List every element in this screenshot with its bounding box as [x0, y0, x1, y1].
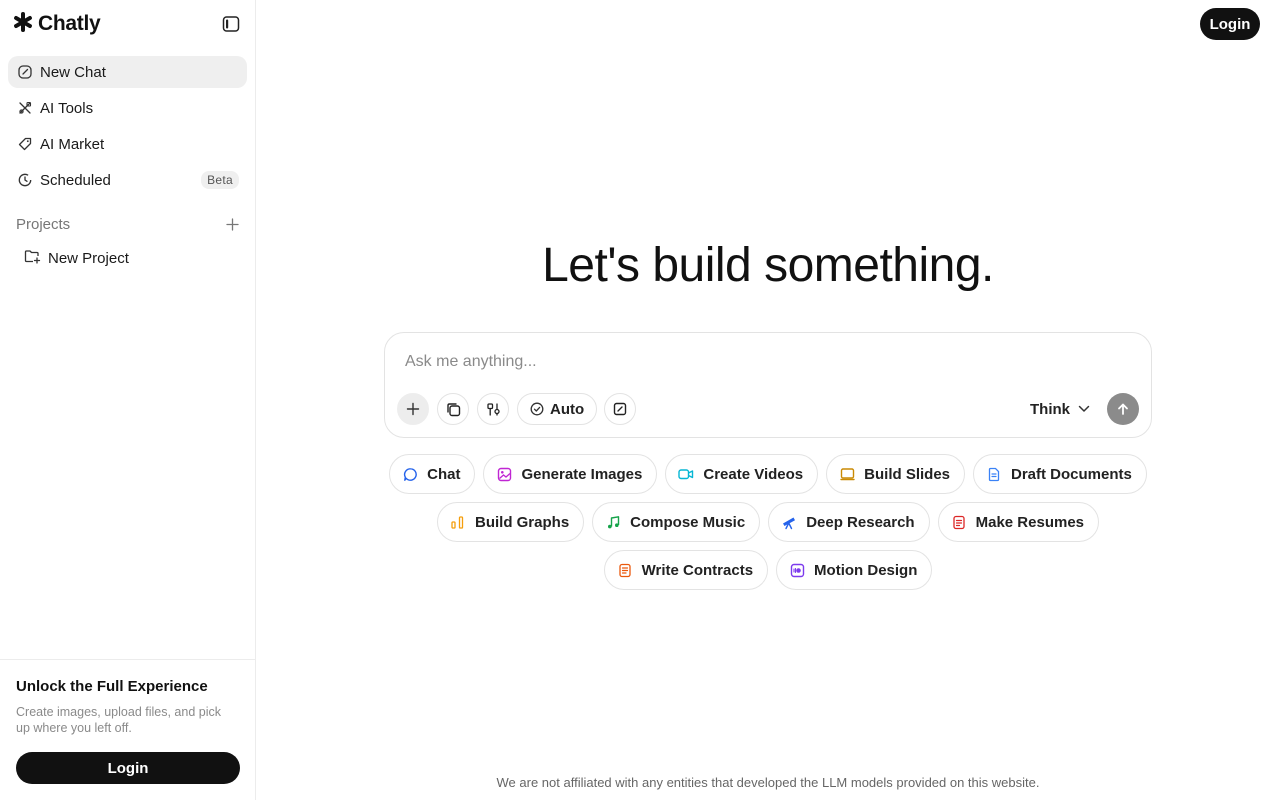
- chip-deep-research[interactable]: Deep Research: [768, 502, 930, 542]
- beta-badge: Beta: [201, 171, 239, 189]
- brand-name: Chatly: [38, 12, 101, 35]
- chip-build-slides[interactable]: Build Slides: [826, 454, 966, 494]
- projects-title: Projects: [16, 215, 71, 233]
- clock-icon: [17, 172, 33, 188]
- chip-label: Motion Design: [814, 561, 918, 579]
- unlock-description: Create images, upload files, and pick up…: [16, 705, 221, 735]
- chip-compose-music[interactable]: Compose Music: [592, 502, 761, 542]
- tools-icon: [17, 100, 33, 116]
- brand-logo[interactable]: Chatly: [12, 11, 101, 38]
- chip-label: Create Videos: [703, 465, 804, 483]
- chip-create-videos[interactable]: Create Videos: [665, 454, 819, 494]
- unlock-panel: Unlock the Full Experience Create images…: [0, 659, 255, 800]
- chip-row: Write Contracts Motion Design: [384, 550, 1152, 590]
- model-auto-label: Auto: [550, 400, 585, 418]
- resume-icon: [951, 514, 967, 530]
- projects-header: Projects: [16, 214, 240, 234]
- chevron-down-icon: [1078, 405, 1090, 412]
- chip-label: Build Slides: [864, 465, 951, 483]
- app-root: Chatly New Chat AI Tools AI Market Sched…: [0, 0, 1280, 800]
- contract-icon: [617, 562, 633, 578]
- document-icon: [986, 466, 1002, 482]
- chip-label: Deep Research: [806, 513, 915, 531]
- chip-label: Build Graphs: [474, 513, 570, 531]
- disclaimer-text: We are not affiliated with any entities …: [496, 775, 1040, 790]
- telescope-icon: [781, 514, 797, 530]
- header-login-button[interactable]: Login: [1200, 8, 1260, 40]
- chat-bubble-icon: [402, 466, 418, 482]
- plus-icon: [406, 402, 420, 416]
- chip-chat[interactable]: Chat: [389, 454, 476, 494]
- settings-sliders-icon: [486, 402, 500, 416]
- chip-make-resumes[interactable]: Make Resumes: [937, 502, 1100, 542]
- think-label: Think: [1030, 400, 1070, 418]
- sidebar-item-label: New Chat: [40, 63, 106, 81]
- slides-icon: [839, 466, 855, 482]
- chip-generate-images[interactable]: Generate Images: [483, 454, 658, 494]
- sidebar-item-ai-market[interactable]: AI Market: [8, 128, 247, 160]
- bar-chart-icon: [450, 514, 466, 530]
- prompt-composer: Auto Think: [384, 332, 1152, 438]
- chip-label: Generate Images: [521, 465, 643, 483]
- copy-icon: [446, 402, 460, 416]
- sidebar-toggle-button[interactable]: [219, 12, 243, 36]
- folder-plus-icon: [24, 249, 41, 268]
- sidebar-item-new-chat[interactable]: New Chat: [8, 56, 247, 88]
- chip-motion-design[interactable]: Motion Design: [776, 550, 933, 590]
- music-note-icon: [605, 514, 621, 530]
- add-project-button[interactable]: [224, 216, 240, 232]
- think-dropdown[interactable]: Think: [1030, 399, 1090, 419]
- asterisk-logo-icon: [12, 11, 34, 38]
- chip-build-graphs[interactable]: Build Graphs: [436, 502, 585, 542]
- page-title: Let's build something.: [542, 239, 994, 292]
- chip-label: Make Resumes: [975, 513, 1085, 531]
- chip-row: Chat Generate Images Create Videos Build…: [384, 454, 1152, 494]
- sidebar: Chatly New Chat AI Tools AI Market Sched…: [0, 0, 256, 800]
- tools-selector-button[interactable]: [477, 393, 509, 425]
- chip-row: Build Graphs Compose Music Deep Research…: [384, 502, 1152, 542]
- unlock-title: Unlock the Full Experience: [16, 678, 208, 695]
- send-button[interactable]: [1107, 393, 1139, 425]
- sidebar-item-label: AI Tools: [40, 99, 94, 117]
- chip-draft-documents[interactable]: Draft Documents: [973, 454, 1147, 494]
- video-icon: [678, 466, 694, 482]
- edit-icon: [17, 64, 33, 80]
- sidebar-login-button[interactable]: Login: [16, 752, 240, 784]
- canvas-button[interactable]: [604, 393, 636, 425]
- arrow-up-icon: [1118, 403, 1128, 415]
- model-auto-button[interactable]: Auto: [517, 393, 598, 425]
- chip-label: Chat: [427, 465, 461, 483]
- attach-button[interactable]: [397, 393, 429, 425]
- chip-write-contracts[interactable]: Write Contracts: [603, 550, 769, 590]
- copy-button[interactable]: [437, 393, 469, 425]
- sidebar-toggle-icon: [222, 16, 240, 32]
- chip-label: Write Contracts: [641, 561, 754, 579]
- sidebar-nav: New Chat AI Tools AI Market Scheduled Be…: [8, 56, 247, 200]
- sidebar-item-ai-tools[interactable]: AI Tools: [8, 92, 247, 124]
- prompt-input[interactable]: [405, 353, 1005, 371]
- motion-icon: [789, 562, 805, 578]
- project-item-new-project[interactable]: New Project: [24, 247, 129, 269]
- chip-label: Compose Music: [630, 513, 746, 531]
- project-item-label: New Project: [48, 249, 129, 267]
- sidebar-item-scheduled[interactable]: Scheduled Beta: [8, 164, 247, 196]
- suggestion-chips: Chat Generate Images Create Videos Build…: [384, 454, 1152, 598]
- tag-icon: [17, 136, 33, 152]
- plus-icon: [225, 217, 239, 231]
- check-circle-icon: [530, 402, 544, 416]
- sidebar-item-label: AI Market: [40, 135, 105, 153]
- chip-label: Draft Documents: [1011, 465, 1132, 483]
- image-icon: [496, 466, 512, 482]
- canvas-icon: [613, 402, 627, 416]
- sidebar-item-label: Scheduled: [40, 171, 111, 189]
